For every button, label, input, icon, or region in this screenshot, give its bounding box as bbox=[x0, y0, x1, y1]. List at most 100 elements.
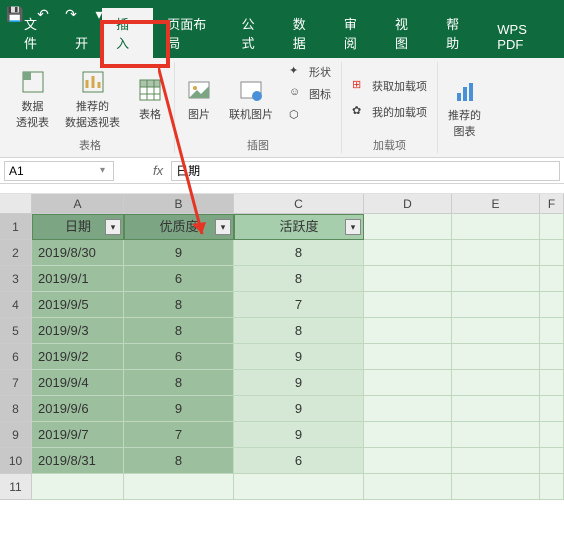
cell-active[interactable]: 9 bbox=[234, 396, 364, 422]
cell-active[interactable]: 8 bbox=[234, 266, 364, 292]
row-header[interactable]: 3 bbox=[0, 266, 32, 292]
row-header[interactable]: 7 bbox=[0, 370, 32, 396]
cell[interactable] bbox=[540, 396, 564, 422]
cell[interactable] bbox=[452, 448, 540, 474]
cell-date[interactable]: 2019/8/31 bbox=[32, 448, 124, 474]
cell[interactable] bbox=[364, 240, 452, 266]
get-addins-button[interactable]: ⊞获取加载项 bbox=[348, 76, 431, 96]
cell[interactable] bbox=[540, 318, 564, 344]
cell-quality[interactable]: 9 bbox=[124, 240, 234, 266]
header-active[interactable]: 活跃度▾ bbox=[234, 214, 364, 240]
recommended-pivot-button[interactable]: 推荐的 数据透视表 bbox=[61, 62, 124, 135]
tab-page-layout[interactable]: 页面布局 bbox=[153, 8, 227, 58]
fx-icon[interactable]: fx bbox=[153, 163, 163, 178]
tab-help[interactable]: 帮助 bbox=[432, 8, 483, 58]
cell[interactable] bbox=[540, 422, 564, 448]
cell-date[interactable]: 2019/9/2 bbox=[32, 344, 124, 370]
cell[interactable] bbox=[540, 292, 564, 318]
cell-quality[interactable]: 6 bbox=[124, 266, 234, 292]
cell[interactable] bbox=[540, 344, 564, 370]
row-header[interactable]: 11 bbox=[0, 474, 32, 500]
row-header[interactable]: 9 bbox=[0, 422, 32, 448]
cell[interactable] bbox=[364, 292, 452, 318]
tab-home[interactable]: 开 bbox=[61, 27, 102, 58]
row-header[interactable]: 8 bbox=[0, 396, 32, 422]
cell-date[interactable]: 2019/9/6 bbox=[32, 396, 124, 422]
pivot-table-button[interactable]: 数据 透视表 bbox=[12, 62, 53, 135]
cell[interactable] bbox=[540, 370, 564, 396]
cell[interactable] bbox=[452, 240, 540, 266]
cell[interactable] bbox=[364, 474, 452, 500]
cell-date[interactable]: 2019/9/1 bbox=[32, 266, 124, 292]
header-date[interactable]: 日期▾ bbox=[32, 214, 124, 240]
cell-date[interactable]: 2019/8/30 bbox=[32, 240, 124, 266]
cell[interactable] bbox=[540, 266, 564, 292]
table-button[interactable]: 表格 bbox=[132, 62, 168, 135]
redo-icon[interactable]: ↷ bbox=[62, 6, 80, 23]
icons-button[interactable]: ☺图标 bbox=[285, 84, 335, 104]
cell-quality[interactable]: 7 bbox=[124, 422, 234, 448]
cell-active[interactable]: 9 bbox=[234, 344, 364, 370]
filter-icon[interactable]: ▾ bbox=[105, 219, 121, 235]
cell-date[interactable]: 2019/9/4 bbox=[32, 370, 124, 396]
row-header[interactable]: 6 bbox=[0, 344, 32, 370]
row-header[interactable]: 5 bbox=[0, 318, 32, 344]
col-header-e[interactable]: E bbox=[452, 194, 540, 213]
cell-date[interactable]: 2019/9/7 bbox=[32, 422, 124, 448]
cell-quality[interactable]: 8 bbox=[124, 318, 234, 344]
cell[interactable] bbox=[124, 474, 234, 500]
row-header[interactable]: 1 bbox=[0, 214, 32, 240]
cell[interactable] bbox=[364, 214, 452, 240]
cell[interactable] bbox=[452, 318, 540, 344]
col-header-b[interactable]: B bbox=[124, 194, 234, 213]
tab-review[interactable]: 审阅 bbox=[330, 8, 381, 58]
filter-icon[interactable]: ▾ bbox=[345, 219, 361, 235]
cell-quality[interactable]: 8 bbox=[124, 292, 234, 318]
cell-quality[interactable]: 8 bbox=[124, 448, 234, 474]
namebox-dropdown-icon[interactable]: ▾ bbox=[100, 165, 105, 176]
cell[interactable] bbox=[364, 422, 452, 448]
row-header[interactable]: 4 bbox=[0, 292, 32, 318]
tab-insert[interactable]: 插入 bbox=[102, 8, 153, 58]
cell-active[interactable]: 8 bbox=[234, 318, 364, 344]
recommended-charts-button[interactable]: 推荐的 图表 bbox=[444, 62, 485, 153]
cell[interactable] bbox=[540, 474, 564, 500]
formula-bar[interactable] bbox=[171, 161, 560, 181]
cell[interactable] bbox=[234, 474, 364, 500]
tab-view[interactable]: 视图 bbox=[381, 8, 432, 58]
tab-data[interactable]: 数据 bbox=[279, 8, 330, 58]
col-header-c[interactable]: C bbox=[234, 194, 364, 213]
cell[interactable] bbox=[364, 266, 452, 292]
cell[interactable] bbox=[32, 474, 124, 500]
cell[interactable] bbox=[452, 422, 540, 448]
cell-quality[interactable]: 9 bbox=[124, 396, 234, 422]
col-header-d[interactable]: D bbox=[364, 194, 452, 213]
cell[interactable] bbox=[452, 214, 540, 240]
cell-active[interactable]: 6 bbox=[234, 448, 364, 474]
cell[interactable] bbox=[364, 448, 452, 474]
tab-file[interactable]: 文件 bbox=[10, 8, 61, 58]
tab-wps-pdf[interactable]: WPS PDF bbox=[483, 16, 564, 58]
col-header-a[interactable]: A bbox=[32, 194, 124, 213]
cell-active[interactable]: 9 bbox=[234, 422, 364, 448]
cell-quality[interactable]: 8 bbox=[124, 370, 234, 396]
online-pictures-button[interactable]: 联机图片 bbox=[225, 62, 277, 135]
row-header[interactable]: 10 bbox=[0, 448, 32, 474]
cell[interactable] bbox=[452, 344, 540, 370]
shapes-button[interactable]: ✦形状 bbox=[285, 62, 335, 82]
cell-active[interactable]: 9 bbox=[234, 370, 364, 396]
cell[interactable] bbox=[540, 214, 564, 240]
pictures-button[interactable]: 图片 bbox=[181, 62, 217, 135]
cell[interactable] bbox=[364, 318, 452, 344]
3d-model-button[interactable]: ⬡ bbox=[285, 106, 335, 126]
cell[interactable] bbox=[452, 266, 540, 292]
cell[interactable] bbox=[452, 474, 540, 500]
cell[interactable] bbox=[364, 344, 452, 370]
cell-active[interactable]: 8 bbox=[234, 240, 364, 266]
cell-date[interactable]: 2019/9/3 bbox=[32, 318, 124, 344]
filter-icon[interactable]: ▾ bbox=[215, 219, 231, 235]
cell[interactable] bbox=[540, 240, 564, 266]
name-box[interactable] bbox=[4, 161, 114, 181]
cell[interactable] bbox=[452, 292, 540, 318]
cell[interactable] bbox=[452, 370, 540, 396]
